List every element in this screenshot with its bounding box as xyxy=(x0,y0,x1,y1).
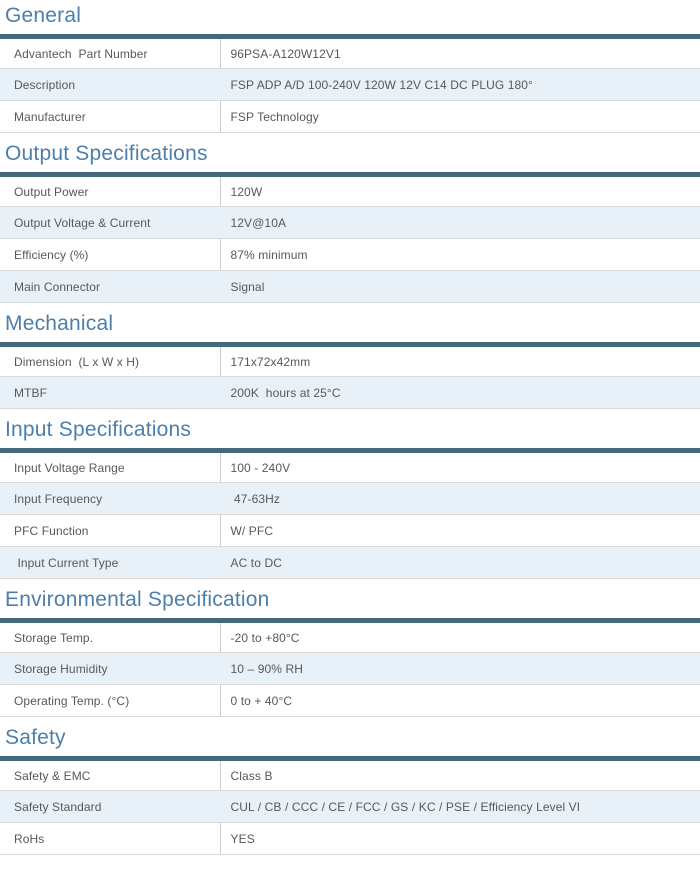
spec-value: 96PSA-A120W12V1 xyxy=(220,36,700,69)
spec-label: Advantech Part Number xyxy=(0,36,221,69)
spec-value: 12V@10A xyxy=(220,206,700,239)
table-row: Dimension (L x W x H) 171x72x42mm xyxy=(0,344,700,377)
spec-label: Input Frequency xyxy=(0,482,220,515)
spec-label: Safety Standard xyxy=(0,790,220,823)
spec-table: Output Power 120W Output Voltage & Current… xyxy=(0,172,700,303)
spec-label: RoHs xyxy=(0,822,221,855)
section-title: Mechanical xyxy=(5,312,114,335)
spec-label: Efficiency (%) xyxy=(0,238,221,271)
table-row: Output Voltage & Current 12V@10A xyxy=(0,206,700,239)
section-title: Safety xyxy=(5,726,66,749)
table-row: RoHs YES xyxy=(0,822,700,855)
table-row: Input Current Type AC to DC xyxy=(0,546,700,579)
table-row: Input Frequency 47-63Hz xyxy=(0,482,700,515)
spec-value: CUL / CB / CCC / CE / FCC / GS / KC / PS… xyxy=(220,790,700,823)
spec-value: Class B xyxy=(220,758,700,791)
table-row: MTBF 200K hours at 25°C xyxy=(0,376,700,409)
spec-label: Storage Temp. xyxy=(0,620,221,653)
spec-table: Storage Temp. -20 to +80°C Storage Humidit… xyxy=(0,618,700,717)
table-row: Input Voltage Range 100 - 240V xyxy=(0,450,700,483)
spec-value: 120W xyxy=(220,174,700,207)
spec-value: AC to DC xyxy=(220,546,700,579)
section-title: Input Specifications xyxy=(5,418,192,441)
spec-label: Safety & EMC xyxy=(0,758,221,791)
spec-value: 100 - 240V xyxy=(220,450,700,483)
spec-label: MTBF xyxy=(0,376,220,409)
table-row: Efficiency (%) 87% minimum xyxy=(0,238,700,271)
section-general: General Advantech Part Number 96PSA-A120W1… xyxy=(0,4,700,133)
section-title: Output Specifications xyxy=(5,142,208,165)
table-row: Storage Humidity 10 – 90% RH xyxy=(0,652,700,685)
table-row: Safety & EMC Class B xyxy=(0,758,700,791)
spec-label: PFC Function xyxy=(0,514,221,547)
table-row: Manufacturer FSP Technology xyxy=(0,100,700,133)
spec-label: Output Power xyxy=(0,174,221,207)
spec-value: Signal xyxy=(220,270,700,303)
spec-label: Manufacturer xyxy=(0,100,221,133)
spec-table: Advantech Part Number 96PSA-A120W12V1 Desc… xyxy=(0,34,700,133)
spec-label: Storage Humidity xyxy=(0,652,220,685)
table-row: Advantech Part Number 96PSA-A120W12V1 xyxy=(0,36,700,69)
table-row: Storage Temp. -20 to +80°C xyxy=(0,620,700,653)
spec-value: FSP Technology xyxy=(220,100,700,133)
spec-value: 0 to + 40°C xyxy=(220,684,700,717)
section-mechanical: Mechanical Dimension (L x W x H) 171x72x42… xyxy=(0,312,700,409)
table-row: Description FSP ADP A/D 100-240V 120W 12V… xyxy=(0,68,700,101)
spec-value: 200K hours at 25°C xyxy=(220,376,700,409)
section-input-specifications: Input Specifications Input Voltage Range 1… xyxy=(0,418,700,579)
section-safety: Safety Safety & EMC Class B Safety Standard… xyxy=(0,726,700,855)
spec-value: W/ PFC xyxy=(220,514,700,547)
spec-value: FSP ADP A/D 100-240V 120W 12V C14 DC PLU… xyxy=(220,68,700,101)
table-row: Safety Standard CUL / CB / CCC / CE / FCC… xyxy=(0,790,700,823)
spec-sheet-page: General Advantech Part Number 96PSA-A120W1… xyxy=(0,0,700,884)
spec-table: Safety & EMC Class B Safety Standard CUL / … xyxy=(0,756,700,855)
spec-label: Input Current Type xyxy=(0,546,220,579)
spec-label: Main Connector xyxy=(0,270,220,303)
section-environmental-specification: Environmental Specification Storage Temp.… xyxy=(0,588,700,717)
spec-table: Input Voltage Range 100 - 240V Input Frequ… xyxy=(0,448,700,579)
table-row: Main Connector Signal xyxy=(0,270,700,303)
spec-value: 47-63Hz xyxy=(220,482,700,515)
table-row: Output Power 120W xyxy=(0,174,700,207)
spec-value: 171x72x42mm xyxy=(220,344,700,377)
spec-table: Dimension (L x W x H) 171x72x42mm MTBF 200K… xyxy=(0,342,700,409)
spec-value: 10 – 90% RH xyxy=(220,652,700,685)
table-row: PFC Function W/ PFC xyxy=(0,514,700,547)
table-row: Operating Temp. (°C) 0 to + 40°C xyxy=(0,684,700,717)
spec-label: Description xyxy=(0,68,220,101)
spec-value: 87% minimum xyxy=(220,238,700,271)
spec-label: Output Voltage & Current xyxy=(0,206,220,239)
section-title: Environmental Specification xyxy=(5,588,270,611)
spec-value: YES xyxy=(220,822,700,855)
spec-value: -20 to +80°C xyxy=(220,620,700,653)
spec-label: Input Voltage Range xyxy=(0,450,221,483)
section-output-specifications: Output Specifications Output Power 120W Out… xyxy=(0,142,700,303)
spec-label: Operating Temp. (°C) xyxy=(0,684,221,717)
section-title: General xyxy=(5,4,82,27)
spec-label: Dimension (L x W x H) xyxy=(0,344,221,377)
